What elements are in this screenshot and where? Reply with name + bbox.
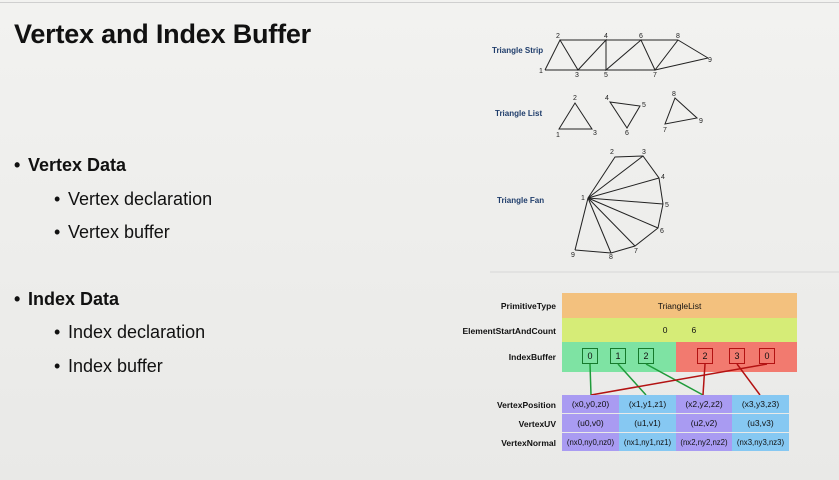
vertex-normal-cell: (nx3,ny3,nz3) — [732, 433, 789, 451]
vertex-uv-cell: (u2,v2) — [676, 414, 732, 432]
vertex-normal-cell: (nx0,ny0,nz0) — [562, 433, 619, 451]
vertex-uv-cell: (u0,v0) — [562, 414, 619, 432]
vertex-normal-label: VertexNormal — [501, 438, 556, 448]
vertex-position-cell: (x1,y1,z1) — [619, 395, 676, 413]
vertex-position-cell: (x2,y2,z2) — [676, 395, 732, 413]
vertex-normal-cell: (nx1,ny1,nz1) — [619, 433, 676, 451]
vertex-uv-cell: (u1,v1) — [619, 414, 676, 432]
vertex-position-cell: (x0,y0,z0) — [562, 395, 619, 413]
vertex-normal-cell: (nx2,ny2,nz2) — [676, 433, 732, 451]
vertex-uv-cell: (u3,v3) — [732, 414, 789, 432]
vertex-position-label: VertexPosition — [496, 400, 556, 410]
vertex-position-cell: (x3,y3,z3) — [732, 395, 789, 413]
vertex-uv-label: VertexUV — [518, 419, 556, 429]
